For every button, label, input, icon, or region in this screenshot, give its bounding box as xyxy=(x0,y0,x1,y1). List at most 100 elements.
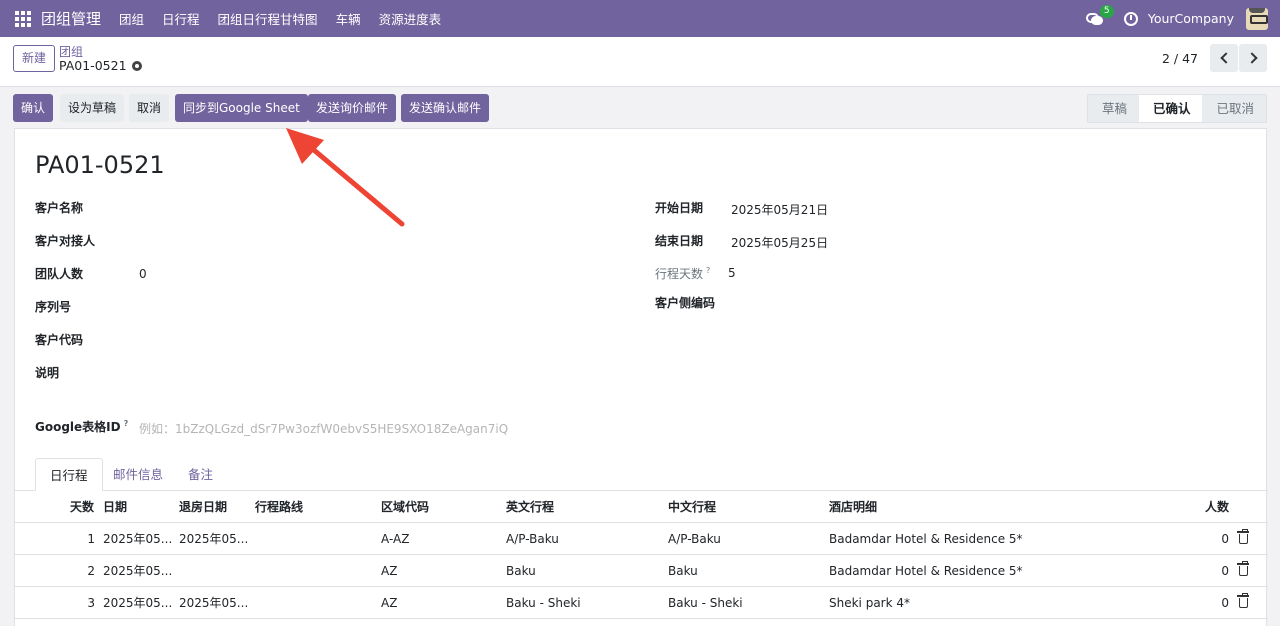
user-avatar[interactable] xyxy=(1246,7,1268,30)
annotation-arrow-icon xyxy=(286,128,405,227)
menu-item-daily-itinerary[interactable]: 日行程 xyxy=(162,9,200,28)
serial-number-label: 序列号 xyxy=(35,300,72,314)
top-navbar: 团组管理 团组 日行程 团组日行程甘特图 车辆 资源进度表 5 YourComp… xyxy=(0,0,1280,37)
trip-days-value: 5 xyxy=(728,266,736,280)
column-header-chinese-itinerary[interactable]: 中文行程 xyxy=(668,491,716,523)
pager-value[interactable]: 2 / 47 xyxy=(1162,51,1198,66)
google-sheet-id-input[interactable]: 例如：1bZzQLGzd_dSr7Pw3ozfW0ebvS5HE9SXO18Ze… xyxy=(139,420,508,437)
cell-chinese: A/P-Baku xyxy=(668,532,721,546)
cell-region: A-AZ xyxy=(381,532,410,546)
cell-english: Baku xyxy=(506,564,536,578)
cell-chinese: Baku - Sheki xyxy=(668,596,743,610)
confirm-button[interactable]: 确认 xyxy=(13,94,54,122)
trash-icon[interactable] xyxy=(1237,593,1249,608)
trip-days-label-text: 行程天数 xyxy=(655,267,704,281)
column-header-region-code[interactable]: 区域代码 xyxy=(381,491,429,523)
notebook-tabs: 日行程 邮件信息 备注 xyxy=(15,458,1268,491)
cell-chinese: Baku xyxy=(668,564,698,578)
cell-date: 2025年05... xyxy=(103,596,173,610)
cell-hotel: Sheki park 4* xyxy=(829,596,911,610)
chat-icon[interactable]: 5 xyxy=(1085,4,1114,26)
menu-item-vehicles[interactable]: 车辆 xyxy=(336,9,361,28)
column-header-date[interactable]: 日期 xyxy=(103,491,127,523)
send-confirmation-email-button[interactable]: 发送确认邮件 xyxy=(401,94,490,122)
form-sheet: PA01-0521 客户名称 客户对接人 团队人数 0 序列号 客户代码 说明 … xyxy=(14,128,1268,626)
table-header: 天数 日期 退房日期 行程路线 区域代码 英文行程 中文行程 酒店明细 人数 xyxy=(15,491,1268,523)
chevron-right-icon xyxy=(1245,52,1258,64)
chevron-left-icon xyxy=(1219,52,1232,64)
column-header-day[interactable]: 天数 xyxy=(70,491,94,523)
record-title: PA01-0521 xyxy=(35,151,165,179)
cell-date: 2025年05... xyxy=(103,564,173,578)
start-date-field[interactable]: 2025年05月21日 xyxy=(731,201,828,218)
app-grid-icon[interactable] xyxy=(15,10,31,27)
cell-hotel: Badamdar Hotel & Residence 5* xyxy=(829,532,1023,546)
pager-previous-button[interactable] xyxy=(1210,44,1238,72)
trip-days-label: 行程天数? xyxy=(655,265,710,282)
trash-icon[interactable] xyxy=(1237,561,1249,576)
send-inquiry-email-button[interactable]: 发送询价邮件 xyxy=(308,94,397,122)
gear-icon[interactable] xyxy=(131,61,142,71)
status-bar: 草稿 已确认 已取消 xyxy=(1086,94,1267,123)
customer-contact-label: 客户对接人 xyxy=(35,234,96,248)
set-draft-button[interactable]: 设为草稿 xyxy=(60,94,125,122)
trash-icon[interactable] xyxy=(1237,529,1249,544)
status-confirmed[interactable]: 已确认 xyxy=(1138,95,1203,122)
cell-day: 1 xyxy=(87,532,95,546)
table-row[interactable]: 1 2025年05... 2025年05... A-AZ A/P-Baku A/… xyxy=(15,523,1268,555)
help-icon[interactable]: ? xyxy=(124,419,129,428)
cell-english: A/P-Baku xyxy=(506,532,559,546)
help-icon[interactable]: ? xyxy=(706,266,710,275)
app-title[interactable]: 团组管理 xyxy=(41,8,101,29)
cell-pax: 0 xyxy=(1221,596,1229,610)
column-header-hotel[interactable]: 酒店明细 xyxy=(829,491,877,523)
menu-item-resource-schedule[interactable]: 资源进度表 xyxy=(379,9,442,28)
google-sheet-id-label: Google表格ID? xyxy=(35,418,128,435)
column-header-route[interactable]: 行程路线 xyxy=(255,491,303,523)
cell-pax: 0 xyxy=(1221,532,1229,546)
start-date-label: 开始日期 xyxy=(655,201,704,215)
status-draft[interactable]: 草稿 xyxy=(1088,95,1139,122)
breadcrumb-current: PA01-0521 xyxy=(59,58,142,73)
cell-region: AZ xyxy=(381,564,398,578)
customer-code-label: 客户代码 xyxy=(35,333,84,347)
status-cancelled[interactable]: 已取消 xyxy=(1202,95,1266,122)
column-header-pax[interactable]: 人数 xyxy=(1205,491,1229,523)
cell-hotel: Badamdar Hotel & Residence 5* xyxy=(829,564,1023,578)
activity-clock-icon[interactable] xyxy=(1123,11,1138,26)
cancel-button[interactable]: 取消 xyxy=(129,94,170,122)
team-size-field[interactable]: 0 xyxy=(139,267,147,281)
cell-checkout: 2025年05... xyxy=(179,532,249,546)
cell-english: Baku - Sheki xyxy=(506,596,581,610)
client-side-code-label: 客户侧编码 xyxy=(655,296,716,310)
action-bar: 确认 设为草稿 取消 同步到Google Sheet 发送询价邮件 发送确认邮件… xyxy=(0,88,1280,128)
google-sheet-id-label-text: Google表格ID xyxy=(35,420,121,434)
cell-region: AZ xyxy=(381,596,398,610)
notes-label: 说明 xyxy=(35,366,60,380)
column-header-english-itinerary[interactable]: 英文行程 xyxy=(506,491,554,523)
tab-daily-itinerary[interactable]: 日行程 xyxy=(35,458,103,491)
cell-pax: 0 xyxy=(1221,564,1229,578)
sync-google-sheet-button[interactable]: 同步到Google Sheet xyxy=(175,94,308,122)
tab-notes[interactable]: 备注 xyxy=(174,458,227,491)
table-row[interactable]: 3 2025年05... 2025年05... AZ Baku - Sheki … xyxy=(15,587,1268,619)
control-panel: 新建 团组 PA01-0521 2 / 47 xyxy=(0,37,1280,87)
table-row[interactable]: 2 2025年05... AZ Baku Baku Badamdar Hotel… xyxy=(15,555,1268,587)
end-date-label: 结束日期 xyxy=(655,234,704,248)
customer-name-label: 客户名称 xyxy=(35,201,84,215)
chat-count-badge: 5 xyxy=(1099,4,1114,18)
pager-next-button[interactable] xyxy=(1239,44,1267,72)
team-size-label: 团队人数 xyxy=(35,267,84,281)
menu-item-gantt[interactable]: 团组日行程甘特图 xyxy=(218,9,318,28)
cell-date: 2025年05... xyxy=(103,532,173,546)
column-header-checkout[interactable]: 退房日期 xyxy=(179,491,227,523)
cell-day: 3 xyxy=(87,596,95,610)
end-date-field[interactable]: 2025年05月25日 xyxy=(731,234,828,251)
new-button[interactable]: 新建 xyxy=(13,45,56,72)
tab-email-info[interactable]: 邮件信息 xyxy=(99,458,177,491)
breadcrumb-current-label: PA01-0521 xyxy=(59,58,127,73)
cell-day: 2 xyxy=(87,564,95,578)
company-switcher[interactable]: YourCompany xyxy=(1148,11,1234,26)
cell-checkout: 2025年05... xyxy=(179,596,249,610)
menu-item-groups[interactable]: 团组 xyxy=(119,9,144,28)
